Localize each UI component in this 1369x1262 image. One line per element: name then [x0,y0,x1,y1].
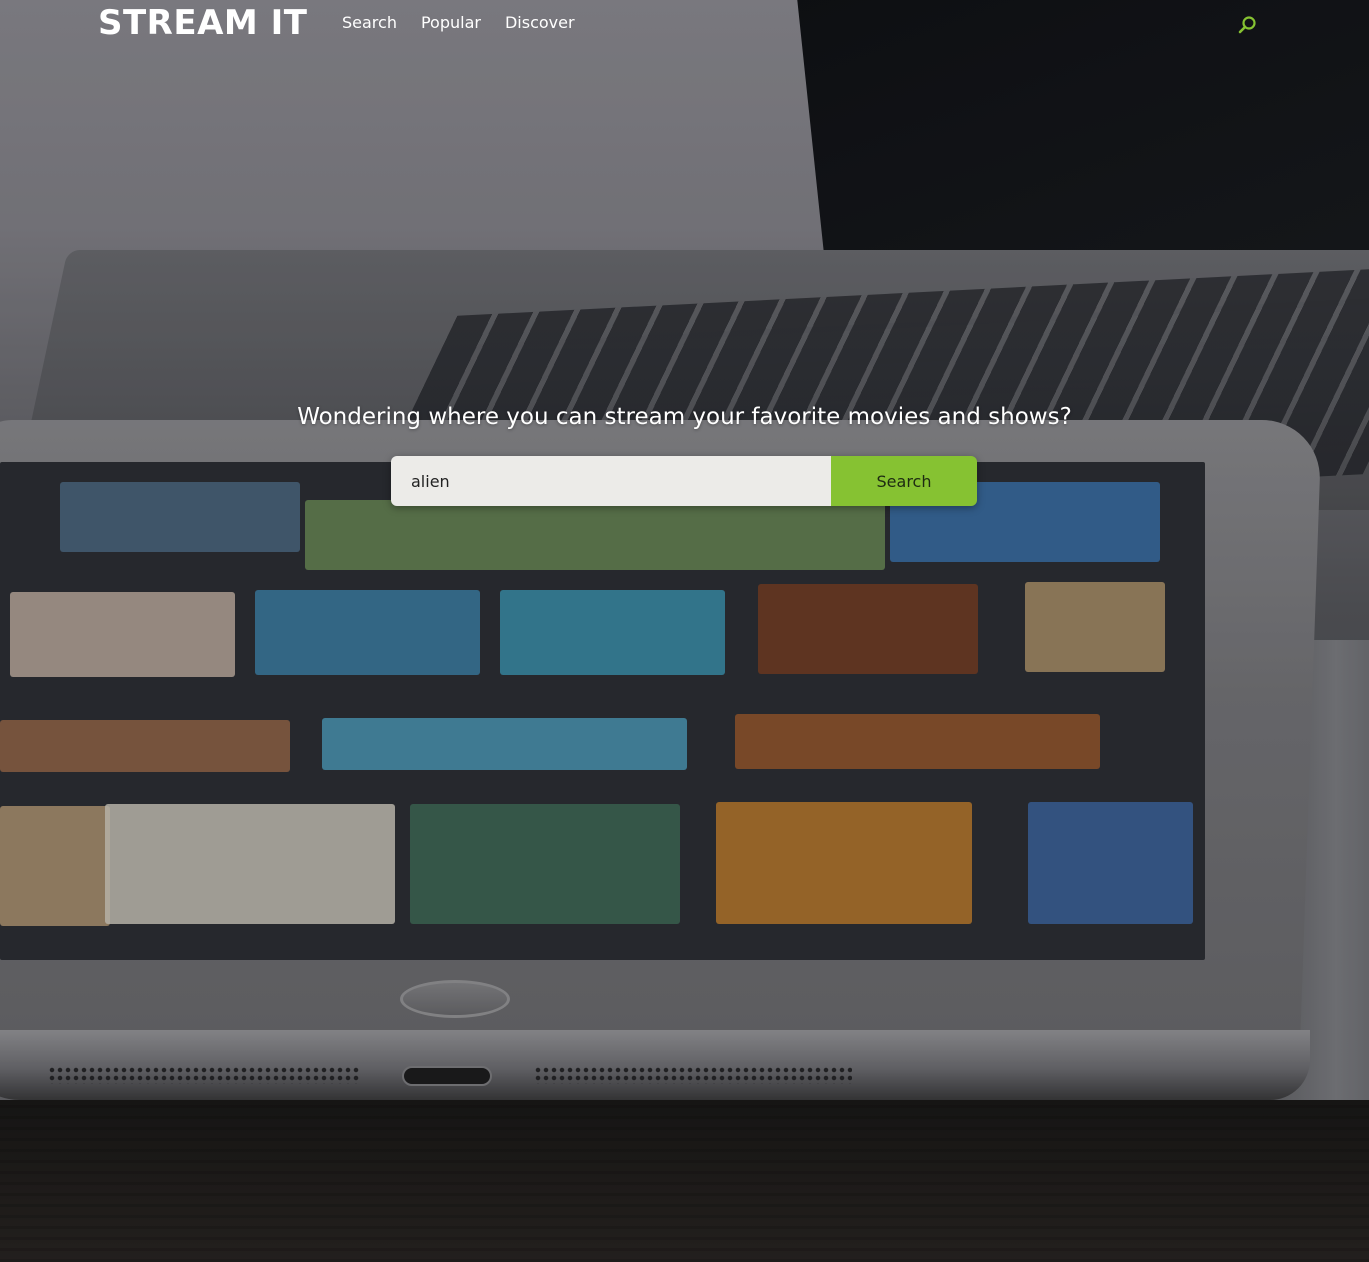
search-input[interactable] [391,456,831,506]
nav-link-search[interactable]: Search [342,12,397,34]
search-icon[interactable] [1237,15,1257,35]
search-button[interactable]: Search [831,456,977,506]
site-header: STREAM IT Search Popular Discover [0,0,1369,50]
nav-link-popular[interactable]: Popular [421,12,481,34]
hero-title: Wondering where you can stream your favo… [297,404,1072,430]
nav-link-discover[interactable]: Discover [505,12,575,34]
search-form: Search [391,456,977,506]
brand-logo[interactable]: STREAM IT [98,2,307,44]
background-photo [0,0,1369,1262]
main-nav: Search Popular Discover [342,12,575,34]
background-overlay [0,0,1369,1262]
